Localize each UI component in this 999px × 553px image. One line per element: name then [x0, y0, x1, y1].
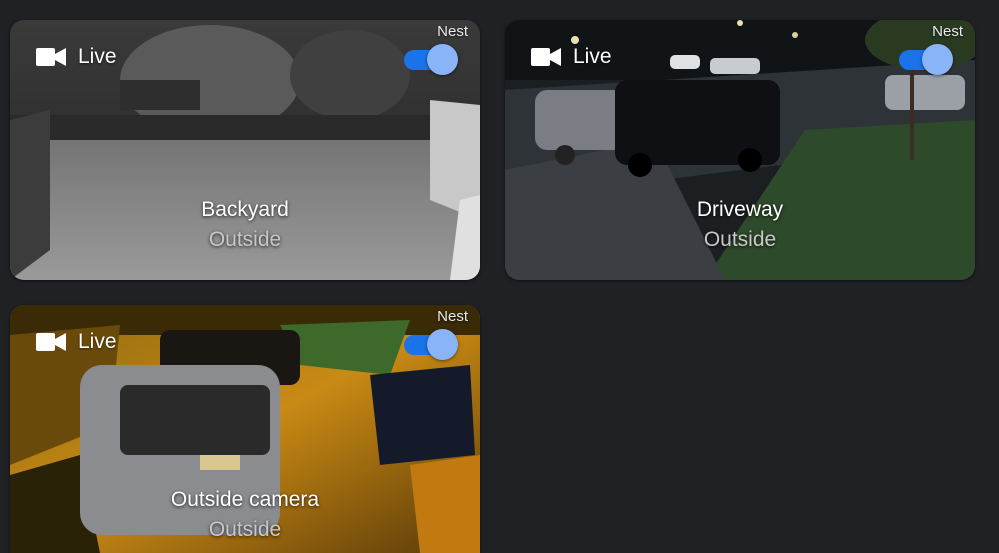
videocam-icon: [36, 48, 66, 66]
live-label: Live: [573, 45, 612, 68]
camera-card-driveway[interactable]: Live Nest Driveway Outside: [505, 20, 975, 280]
videocam-icon: [36, 333, 66, 351]
camera-room: Outside: [703, 228, 777, 251]
camera-room: Outside: [208, 228, 282, 251]
toggle-thumb: [922, 44, 953, 75]
toggle-thumb: [427, 329, 458, 360]
camera-name: Driveway: [696, 198, 784, 221]
camera-caption: Backyard Outside: [10, 195, 480, 255]
live-indicator: Live: [36, 45, 117, 69]
live-indicator: Live: [36, 330, 117, 354]
camera-caption: Driveway Outside: [505, 195, 975, 255]
nest-badge: Nest: [437, 308, 468, 325]
videocam-icon: [531, 48, 561, 66]
live-indicator: Live: [531, 45, 612, 69]
camera-caption: Outside camera Outside: [10, 485, 480, 545]
top-bar: [0, 0, 999, 20]
camera-name: Backyard: [201, 198, 289, 221]
camera-card-backyard[interactable]: Live Nest Backyard Outside: [10, 20, 480, 280]
toggle-thumb: [427, 44, 458, 75]
camera-room: Outside: [208, 518, 282, 541]
live-label: Live: [78, 45, 117, 68]
camera-stream-toggle[interactable]: [404, 329, 458, 360]
camera-name: Outside camera: [170, 488, 320, 511]
camera-stream-toggle[interactable]: [404, 44, 458, 75]
nest-badge: Nest: [437, 23, 468, 40]
live-label: Live: [78, 330, 117, 353]
camera-stream-toggle[interactable]: [899, 44, 953, 75]
camera-card-outside-camera[interactable]: Live Nest Outside camera Outside: [10, 305, 480, 553]
nest-badge: Nest: [932, 23, 963, 40]
